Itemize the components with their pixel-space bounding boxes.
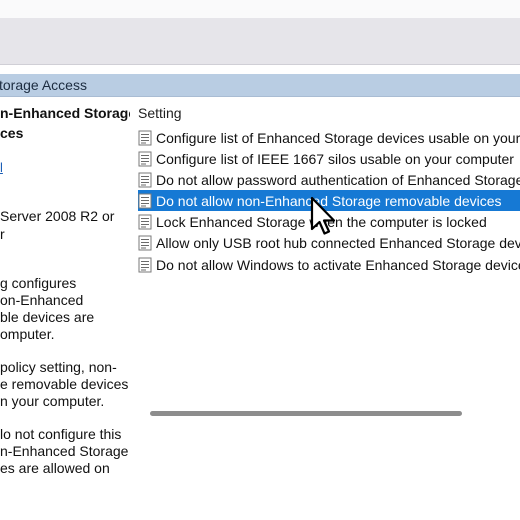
description-line: n your computer. <box>0 393 105 409</box>
setting-row[interactable]: Do not allow password authentication of … <box>138 169 520 190</box>
edit-policy-link[interactable]: l <box>0 160 3 175</box>
policy-setting-icon <box>138 172 152 187</box>
policy-setting-icon <box>138 130 152 145</box>
policy-title-line: n-Enhanced Storage <box>0 105 130 121</box>
policy-setting-icon <box>138 214 152 229</box>
description-line: omputer. <box>0 326 55 342</box>
policy-setting-icon <box>138 235 152 250</box>
setting-label: Do not allow password authentication of … <box>156 171 520 188</box>
requirements-line: r <box>0 226 5 242</box>
toolbar-area <box>0 18 520 64</box>
policy-title-line: ces <box>0 125 24 141</box>
setting-label: Allow only USB root hub connected Enhanc… <box>156 234 520 251</box>
description-line: policy setting, non- <box>0 359 117 375</box>
setting-row[interactable]: Configure list of Enhanced Storage devic… <box>138 127 520 148</box>
policy-description: g configures on-Enhanced ble devices are… <box>0 275 128 493</box>
mouse-pointer-icon <box>310 196 336 235</box>
setting-row[interactable]: Configure list of IEEE 1667 silos usable… <box>138 148 520 169</box>
policy-setting-icon <box>138 151 152 166</box>
window-top-band <box>0 0 520 18</box>
setting-column-header[interactable]: Setting <box>138 105 182 121</box>
description-line: e removable devices <box>0 376 129 392</box>
requirements-text: Server 2008 R2 or r <box>0 207 114 243</box>
requirements-line: Server 2008 R2 or <box>0 208 115 224</box>
description-line: ble devices are <box>0 309 95 325</box>
setting-row[interactable]: Do not allow Windows to activate Enhance… <box>138 254 520 275</box>
policy-setting-icon <box>138 193 152 208</box>
description-paragraph: policy setting, non- e removable devices… <box>0 359 128 410</box>
extended-description-pane: n-Enhanced Storage ces l Server 2008 R2 … <box>0 97 130 520</box>
setting-label: Configure list of IEEE 1667 silos usable… <box>156 150 514 167</box>
pane-header-title: torage Access <box>0 77 87 93</box>
description-line: g configures <box>0 275 77 291</box>
horizontal-scrollbar[interactable] <box>150 406 520 420</box>
description-paragraph: lo not configure this n-Enhanced Storage… <box>0 426 128 477</box>
content-pane: n-Enhanced Storage ces l Server 2008 R2 … <box>0 97 520 520</box>
policy-title: n-Enhanced Storage ces <box>0 103 130 143</box>
toolbar-gap <box>0 65 520 74</box>
pane-header: torage Access <box>0 74 520 97</box>
description-line: lo not configure this <box>0 426 122 442</box>
description-paragraph: g configures on-Enhanced ble devices are… <box>0 275 128 343</box>
description-line: on-Enhanced <box>0 292 84 308</box>
policy-setting-icon <box>138 257 152 272</box>
setting-label: Configure list of Enhanced Storage devic… <box>156 129 520 146</box>
setting-label: Do not allow Windows to activate Enhance… <box>156 256 520 273</box>
scrollbar-thumb[interactable] <box>150 411 462 416</box>
settings-list-pane: Setting Configure list of Enhanced Stora… <box>130 97 520 520</box>
description-line: es are allowed on <box>0 460 110 476</box>
description-line: n-Enhanced Storage <box>0 443 129 459</box>
